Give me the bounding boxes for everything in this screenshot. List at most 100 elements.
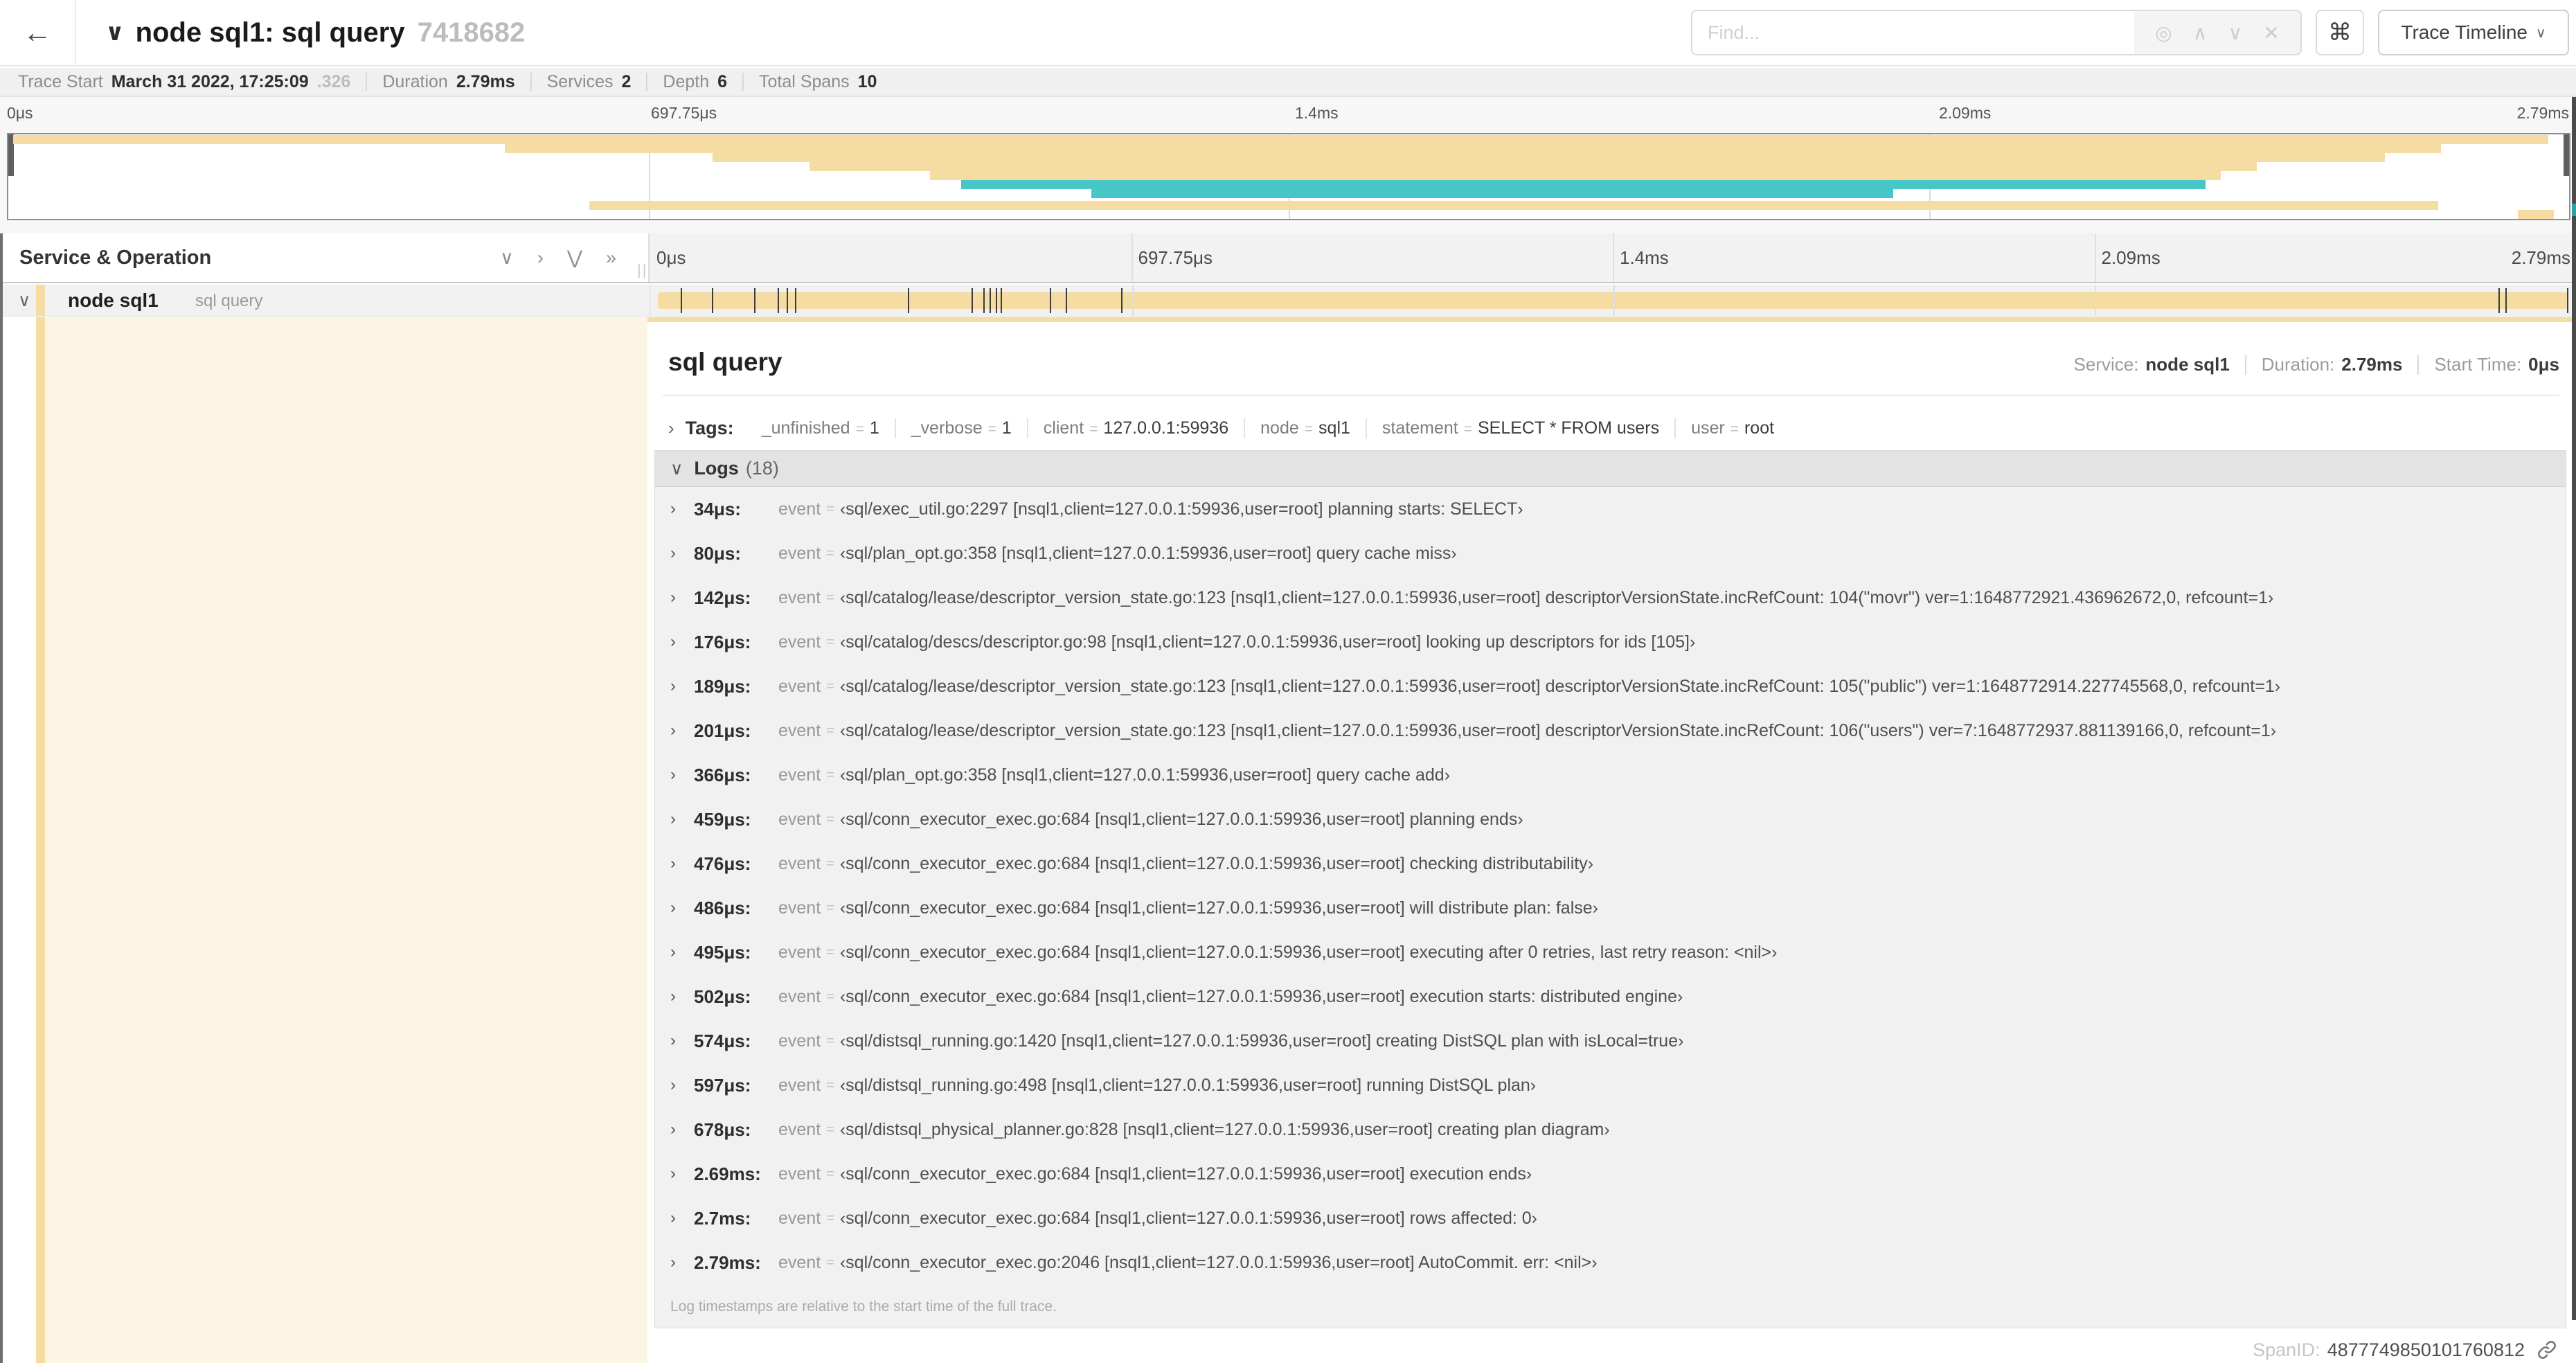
logs-collapse-chevron-icon[interactable]: ∨ — [670, 458, 683, 479]
log-message: ‹sql/conn_executor_exec.go:2046 [nsql1,c… — [839, 1252, 1598, 1272]
row-service-name[interactable]: node sql1 — [68, 289, 159, 312]
back-button[interactable]: ← — [0, 0, 76, 66]
log-timestamp: 2.7ms: — [694, 1207, 751, 1229]
span-duration-bar[interactable] — [658, 288, 2568, 313]
log-expand-chevron-icon[interactable]: › — [670, 854, 694, 873]
log-entry-row[interactable]: › 597μs: event = ‹sql/distsql_running.go… — [655, 1063, 2566, 1107]
log-field-key: event — [778, 898, 821, 918]
log-field-key: event — [778, 676, 821, 696]
trace-meta-item: Trace Start March 31 2022, 17:25:09 .326 — [18, 72, 350, 92]
span-detail-area: sql query Service: node sql1 Duration: 2.79… — [0, 317, 2576, 1363]
expand-one-icon[interactable]: › — [537, 247, 544, 269]
trace-meta-item: Total Spans 10 — [759, 72, 877, 92]
log-entry-row[interactable]: › 34μs: event = ‹sql/exec_util.go:2297 [… — [655, 487, 2566, 531]
log-entry-row[interactable]: › 2.79ms: event = ‹sql/conn_executor_exe… — [655, 1240, 2566, 1285]
detail-header: sql query Service: node sql1 Duration: 2.79… — [668, 348, 2559, 377]
find-group: ◎ ∧ ∨ ✕ — [1691, 10, 2302, 55]
meta-divider — [366, 73, 368, 91]
log-message: ‹sql/catalog/lease/descriptor_version_st… — [839, 720, 2277, 740]
log-expand-chevron-icon[interactable]: › — [670, 943, 694, 962]
log-expand-chevron-icon[interactable]: › — [670, 898, 694, 918]
logs-header[interactable]: ∨ Logs (18) — [655, 451, 2566, 487]
log-entry-row[interactable]: › 459μs: event = ‹sql/conn_executor_exec… — [655, 797, 2566, 841]
tags-expand-chevron-icon[interactable]: › — [668, 418, 674, 439]
deep-link-icon[interactable] — [2536, 1339, 2558, 1361]
log-tick-mark — [786, 288, 788, 313]
tag-item: statement = SELECT * FROM users — [1365, 418, 1674, 438]
log-entry-row[interactable]: › 142μs: event = ‹sql/catalog/lease/desc… — [655, 576, 2566, 620]
log-entry-row[interactable]: › 176μs: event = ‹sql/catalog/descs/desc… — [655, 620, 2566, 664]
logs-label: Logs — [694, 458, 739, 479]
log-entry-row[interactable]: › 2.7ms: event = ‹sql/conn_executor_exec… — [655, 1196, 2566, 1240]
minimap-span-bar — [712, 153, 2385, 162]
timeline-tick-label: 2.79ms — [2511, 247, 2570, 268]
log-entry-row[interactable]: › 495μs: event = ‹sql/conn_executor_exec… — [655, 930, 2566, 974]
log-expand-chevron-icon[interactable]: › — [670, 588, 694, 607]
log-expand-chevron-icon[interactable]: › — [670, 1120, 694, 1139]
collapse-one-icon[interactable]: ∨ — [500, 247, 514, 269]
meta-value: March 31 2022, 17:25:09 — [111, 71, 309, 91]
log-tick-mark — [1121, 288, 1123, 313]
minimap-canvas[interactable] — [7, 133, 2570, 220]
minimap-right-scrubber[interactable] — [2564, 134, 2569, 176]
timeline-axis: 0μs 697.75μs 1.4ms 2.09ms 2.79ms — [650, 233, 2576, 282]
window-right-scrollbar[interactable] — [2572, 97, 2576, 1320]
log-tick-mark — [990, 288, 992, 313]
log-entry-row[interactable]: › 80μs: event = ‹sql/plan_opt.go:358 [ns… — [655, 531, 2566, 576]
expand-all-icon[interactable]: » — [606, 247, 616, 269]
log-expand-chevron-icon[interactable]: › — [670, 721, 694, 740]
tags-list: _unfinished = 1 _verbose = 1 client = 12… — [746, 418, 1789, 438]
find-clear-icon[interactable]: ✕ — [2263, 21, 2279, 44]
log-entry-row[interactable]: › 502μs: event = ‹sql/conn_executor_exec… — [655, 974, 2566, 1019]
log-entry-row[interactable]: › 574μs: event = ‹sql/distsql_running.go… — [655, 1019, 2566, 1063]
log-timestamp: 34μs: — [694, 498, 741, 519]
tag-value: 1 — [1001, 418, 1012, 438]
span-detail-panel: sql query Service: node sql1 Duration: 2.79… — [647, 317, 2572, 1363]
log-message: ‹sql/plan_opt.go:358 [nsql1,client=127.0… — [839, 543, 1457, 563]
detail-meta-value: 2.79ms — [2341, 354, 2403, 375]
row-collapse-chevron-icon[interactable]: ∨ — [18, 290, 30, 311]
log-entry-row[interactable]: › 678μs: event = ‹sql/distsql_physical_p… — [655, 1107, 2566, 1152]
log-expand-chevron-icon[interactable]: › — [670, 1253, 694, 1272]
span-row-node-sql1[interactable]: ∨ node sql1 sql query — [0, 285, 2576, 317]
column-resizer-handle[interactable]: || — [637, 261, 647, 279]
log-entry-row[interactable]: › 366μs: event = ‹sql/plan_opt.go:358 [n… — [655, 753, 2566, 797]
log-entry-row[interactable]: › 486μs: event = ‹sql/conn_executor_exec… — [655, 886, 2566, 930]
log-entry-row[interactable]: › 476μs: event = ‹sql/conn_executor_exec… — [655, 841, 2566, 886]
timeline-header: Service & Operation ∨ › ⋁ » || 0μs 697.75μs 1… — [0, 233, 2576, 283]
log-expand-chevron-icon[interactable]: › — [670, 1209, 694, 1228]
tag-key: user — [1691, 418, 1725, 438]
log-expand-chevron-icon[interactable]: › — [670, 677, 694, 696]
log-field-key: event — [778, 942, 821, 962]
collapse-all-icon[interactable]: ⋁ — [567, 247, 582, 269]
trace-id: 7418682 — [417, 17, 526, 48]
meta-value: 10 — [857, 71, 877, 91]
find-next-icon[interactable]: ∨ — [2228, 21, 2243, 44]
log-expand-chevron-icon[interactable]: › — [670, 1076, 694, 1095]
detail-meta-label: Service: — [2073, 354, 2139, 375]
minimap-span-bar — [13, 135, 2549, 144]
tags-section[interactable]: › Tags: _unfinished = 1 _verbose = 1 cli… — [668, 409, 2559, 447]
log-expand-chevron-icon[interactable]: › — [670, 765, 694, 785]
keyboard-shortcuts-button[interactable]: ⌘ — [2316, 10, 2364, 55]
log-expand-chevron-icon[interactable]: › — [670, 1031, 694, 1051]
trace-collapse-chevron-icon[interactable]: ∨ — [105, 19, 125, 46]
log-entry-row[interactable]: › 2.69ms: event = ‹sql/conn_executor_exe… — [655, 1152, 2566, 1196]
tag-item: _verbose = 1 — [894, 418, 1027, 438]
meta-value: 2.79ms — [456, 71, 515, 91]
meta-label: Trace Start — [18, 71, 103, 91]
log-entry-row[interactable]: › 189μs: event = ‹sql/catalog/lease/desc… — [655, 664, 2566, 709]
find-prev-icon[interactable]: ∧ — [2193, 21, 2208, 44]
log-expand-chevron-icon[interactable]: › — [670, 544, 694, 563]
log-expand-chevron-icon[interactable]: › — [670, 1164, 694, 1184]
find-input[interactable] — [1691, 10, 2134, 55]
log-field-key: event — [778, 1164, 821, 1184]
log-expand-chevron-icon[interactable]: › — [670, 499, 694, 519]
log-expand-chevron-icon[interactable]: › — [670, 987, 694, 1006]
view-selector-button[interactable]: Trace Timeline ∨ — [2378, 10, 2569, 55]
log-expand-chevron-icon[interactable]: › — [670, 632, 694, 652]
focus-target-icon[interactable]: ◎ — [2155, 21, 2172, 44]
log-field-key: event — [778, 499, 821, 519]
log-expand-chevron-icon[interactable]: › — [670, 810, 694, 829]
log-entry-row[interactable]: › 201μs: event = ‹sql/catalog/lease/desc… — [655, 709, 2566, 753]
